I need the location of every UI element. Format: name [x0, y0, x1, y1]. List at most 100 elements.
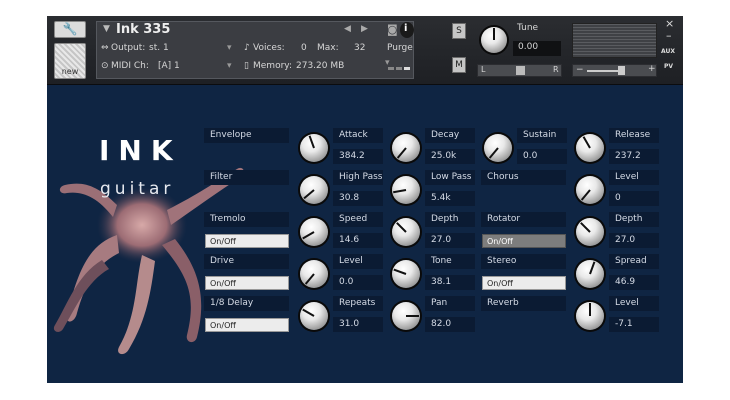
volume-plus-label: + [648, 64, 656, 74]
pan-right-label: R [553, 65, 559, 74]
tremolo-speed-value[interactable]: 14.6 [333, 233, 383, 248]
delay-toggle[interactable]: On/Off [205, 318, 289, 332]
pan-handle[interactable] [516, 66, 525, 75]
camera-icon[interactable]: ◙ [387, 23, 398, 36]
output-icon: ⇔ [101, 43, 109, 53]
stereo-spread-label: Spread [609, 254, 659, 269]
output-value[interactable]: st. 1 [149, 43, 169, 53]
rotator-depth-knob[interactable] [576, 218, 604, 246]
pan-slider[interactable]: L R [477, 64, 562, 77]
midi-channel-label: MIDI Ch: [111, 61, 149, 71]
tremolo-depth-value[interactable]: 27.0 [425, 233, 475, 248]
delay-pan-knob[interactable] [392, 302, 420, 330]
midi-channel-value[interactable]: [A] 1 [158, 61, 180, 71]
memory-indicator-2 [396, 67, 402, 70]
release-label: Release [609, 128, 659, 143]
section-tremolo: Tremolo [204, 212, 289, 227]
volume-fill [587, 70, 621, 72]
minimize-icon[interactable]: – [666, 29, 672, 42]
low-pass-knob[interactable] [392, 176, 420, 204]
section-envelope: Envelope [204, 128, 289, 143]
memory-indicator-3 [404, 67, 410, 70]
max-voices-label: Max: [317, 43, 339, 53]
wrench-icon[interactable]: 🔧 [54, 21, 86, 38]
stereo-spread-knob[interactable] [576, 260, 604, 288]
low-pass-value[interactable]: 5.4k [425, 191, 475, 206]
instrument-header: 🔧 new ▼ Ink 335 ◀ ▶ ◙ i ⇔ Output: st. 1 … [47, 16, 683, 85]
memory-icon: ▯ [244, 61, 249, 71]
instrument-name[interactable]: Ink 335 [116, 22, 170, 37]
voices-label: Voices: [253, 43, 285, 53]
pv-button[interactable]: PV [664, 63, 673, 70]
decay-knob[interactable] [392, 134, 420, 162]
attack-value[interactable]: 384.2 [333, 149, 383, 164]
info-icon[interactable]: i [400, 22, 414, 38]
midi-dropdown-icon[interactable]: ▾ [227, 61, 232, 71]
drive-level-label: Level [333, 254, 383, 269]
tune-value[interactable]: 0.00 [518, 42, 538, 52]
mute-button[interactable]: M [452, 57, 466, 73]
release-value[interactable]: 237.2 [609, 149, 659, 164]
aux-button[interactable]: AUX [661, 48, 675, 55]
tremolo-speed-label: Speed [333, 212, 383, 227]
release-knob[interactable] [576, 134, 604, 162]
collapse-arrow-icon[interactable]: ▼ [103, 24, 110, 34]
rotator-depth-label: Depth [609, 212, 659, 227]
reverb-level-value[interactable]: -7.1 [609, 317, 659, 332]
high-pass-value[interactable]: 30.8 [333, 191, 383, 206]
section-drive: Drive [204, 254, 289, 269]
tremolo-depth-knob[interactable] [392, 218, 420, 246]
tremolo-toggle[interactable]: On/Off [205, 234, 289, 248]
sustain-knob[interactable] [484, 134, 512, 162]
drive-tone-knob[interactable] [392, 260, 420, 288]
attack-knob[interactable] [300, 134, 328, 162]
decay-value[interactable]: 25.0k [425, 149, 475, 164]
chorus-level-value[interactable]: 0 [609, 191, 659, 206]
max-voices-value[interactable]: 32 [354, 43, 365, 53]
tremolo-depth-label: Depth [425, 212, 475, 227]
purge-button[interactable]: Purge [387, 43, 413, 53]
section-stereo: Stereo [481, 254, 566, 269]
drive-tone-value[interactable]: 38.1 [425, 275, 475, 290]
drive-level-value[interactable]: 0.0 [333, 275, 383, 290]
drive-toggle[interactable]: On/Off [205, 276, 289, 290]
sustain-value[interactable]: 0.0 [517, 149, 567, 164]
memory-value: 273.20 MB [296, 61, 345, 71]
pan-left-label: L [481, 65, 486, 74]
new-snapshot-button[interactable]: new [54, 43, 86, 79]
rotator-toggle[interactable]: On/Off [482, 234, 566, 248]
volume-slider[interactable]: − + [572, 64, 657, 77]
voices-icon: ♪ [244, 43, 250, 53]
output-dropdown-icon[interactable]: ▾ [227, 43, 232, 53]
solo-button[interactable]: S [452, 23, 466, 39]
section-reverb: Reverb [481, 296, 566, 311]
tune-knob[interactable] [481, 27, 507, 53]
stereo-spread-value[interactable]: 46.9 [609, 275, 659, 290]
instrument-info-panel: ▼ Ink 335 ◀ ▶ ◙ i ⇔ Output: st. 1 ▾ ♪ Vo… [96, 21, 414, 79]
section-rotator: Rotator [481, 212, 566, 227]
instrument-window: 🔧 new ▼ Ink 335 ◀ ▶ ◙ i ⇔ Output: st. 1 … [47, 16, 683, 383]
decay-label: Decay [425, 128, 475, 143]
high-pass-knob[interactable] [300, 176, 328, 204]
output-label: Output: [111, 43, 146, 53]
sustain-label: Sustain [517, 128, 567, 143]
section-filter: Filter [204, 170, 289, 185]
delay-repeats-value[interactable]: 31.0 [333, 317, 383, 332]
chorus-level-knob[interactable] [576, 176, 604, 204]
brand-title: INK [99, 134, 182, 167]
section-delay: 1/8 Delay [204, 296, 289, 311]
level-meter [572, 23, 657, 58]
voices-value: 0 [301, 43, 307, 53]
delay-repeats-knob[interactable] [300, 302, 328, 330]
drive-level-knob[interactable] [300, 260, 328, 288]
reverb-level-knob[interactable] [576, 302, 604, 330]
delay-pan-value[interactable]: 82.0 [425, 317, 475, 332]
next-instrument-icon[interactable]: ▶ [361, 24, 368, 34]
attack-label: Attack [333, 128, 383, 143]
volume-handle[interactable] [618, 66, 625, 75]
prev-instrument-icon[interactable]: ◀ [344, 24, 351, 34]
tremolo-speed-knob[interactable] [300, 218, 328, 246]
high-pass-label: High Pass [333, 170, 383, 185]
rotator-depth-value[interactable]: 27.0 [609, 233, 659, 248]
stereo-toggle[interactable]: On/Off [482, 276, 566, 290]
